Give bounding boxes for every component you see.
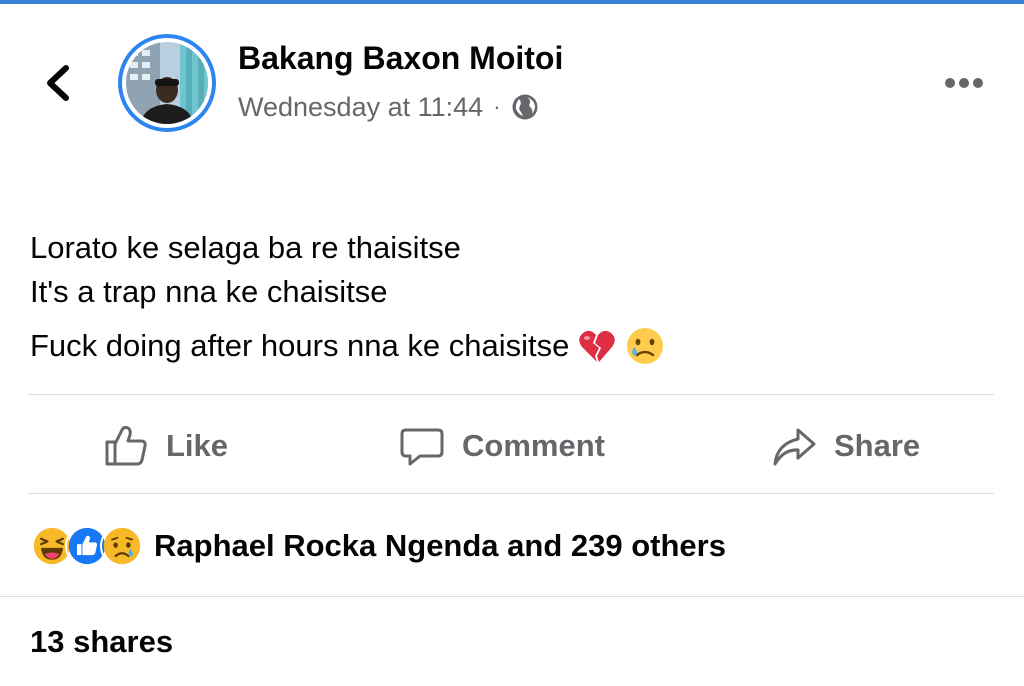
sad-reaction-icon xyxy=(100,524,144,568)
reactions-summary-text: Raphael Rocka Ngenda and 239 others xyxy=(154,528,726,563)
post-view: Bakang Baxon Moitoi Wednesday at 11:44 ·… xyxy=(0,0,1024,686)
top-accent-strip xyxy=(0,0,1024,4)
more-options-button[interactable] xyxy=(940,70,988,96)
divider xyxy=(28,493,994,494)
chevron-left-icon xyxy=(47,65,69,101)
avatar-photo xyxy=(126,42,208,124)
divider xyxy=(28,394,994,395)
globe-icon xyxy=(511,93,539,121)
speech-bubble-icon xyxy=(398,422,446,470)
share-label: Share xyxy=(834,428,921,463)
post-body: Lorato ke selaga ba re thaisitse It's a … xyxy=(30,226,990,368)
crying-face-emoji xyxy=(625,326,665,366)
meta-separator: · xyxy=(493,94,501,119)
post-meta: Wednesday at 11:44 · xyxy=(238,89,539,125)
dot-icon xyxy=(959,78,969,88)
back-button[interactable] xyxy=(36,58,80,108)
reaction-icons xyxy=(30,524,144,568)
dot-icon xyxy=(973,78,983,88)
author-name[interactable]: Bakang Baxon Moitoi xyxy=(238,40,563,77)
post-line-with-emoji: Fuck doing after hours nna ke chaisitse xyxy=(30,324,990,368)
post-line: It's a trap nna ke chaisitse xyxy=(30,274,388,309)
post-line: Lorato ke selaga ba re thaisitse xyxy=(30,230,461,265)
post-timestamp[interactable]: Wednesday at 11:44 xyxy=(238,92,483,123)
dot-icon xyxy=(945,78,955,88)
shares-count[interactable]: 13 shares xyxy=(30,624,173,660)
share-button[interactable]: Share xyxy=(770,416,920,476)
reactions-summary[interactable]: Raphael Rocka Ngenda and 239 others xyxy=(30,520,726,572)
avatar[interactable] xyxy=(118,34,216,132)
comment-button[interactable]: Comment xyxy=(398,416,605,476)
like-button[interactable]: Like xyxy=(102,416,228,476)
share-arrow-icon xyxy=(770,422,818,470)
post-line: Fuck doing after hours nna ke chaisitse xyxy=(30,328,570,363)
like-label: Like xyxy=(166,428,229,463)
thumbs-up-icon xyxy=(102,422,150,470)
divider xyxy=(0,596,1024,597)
broken-heart-emoji xyxy=(577,326,617,366)
comment-label: Comment xyxy=(462,428,605,463)
